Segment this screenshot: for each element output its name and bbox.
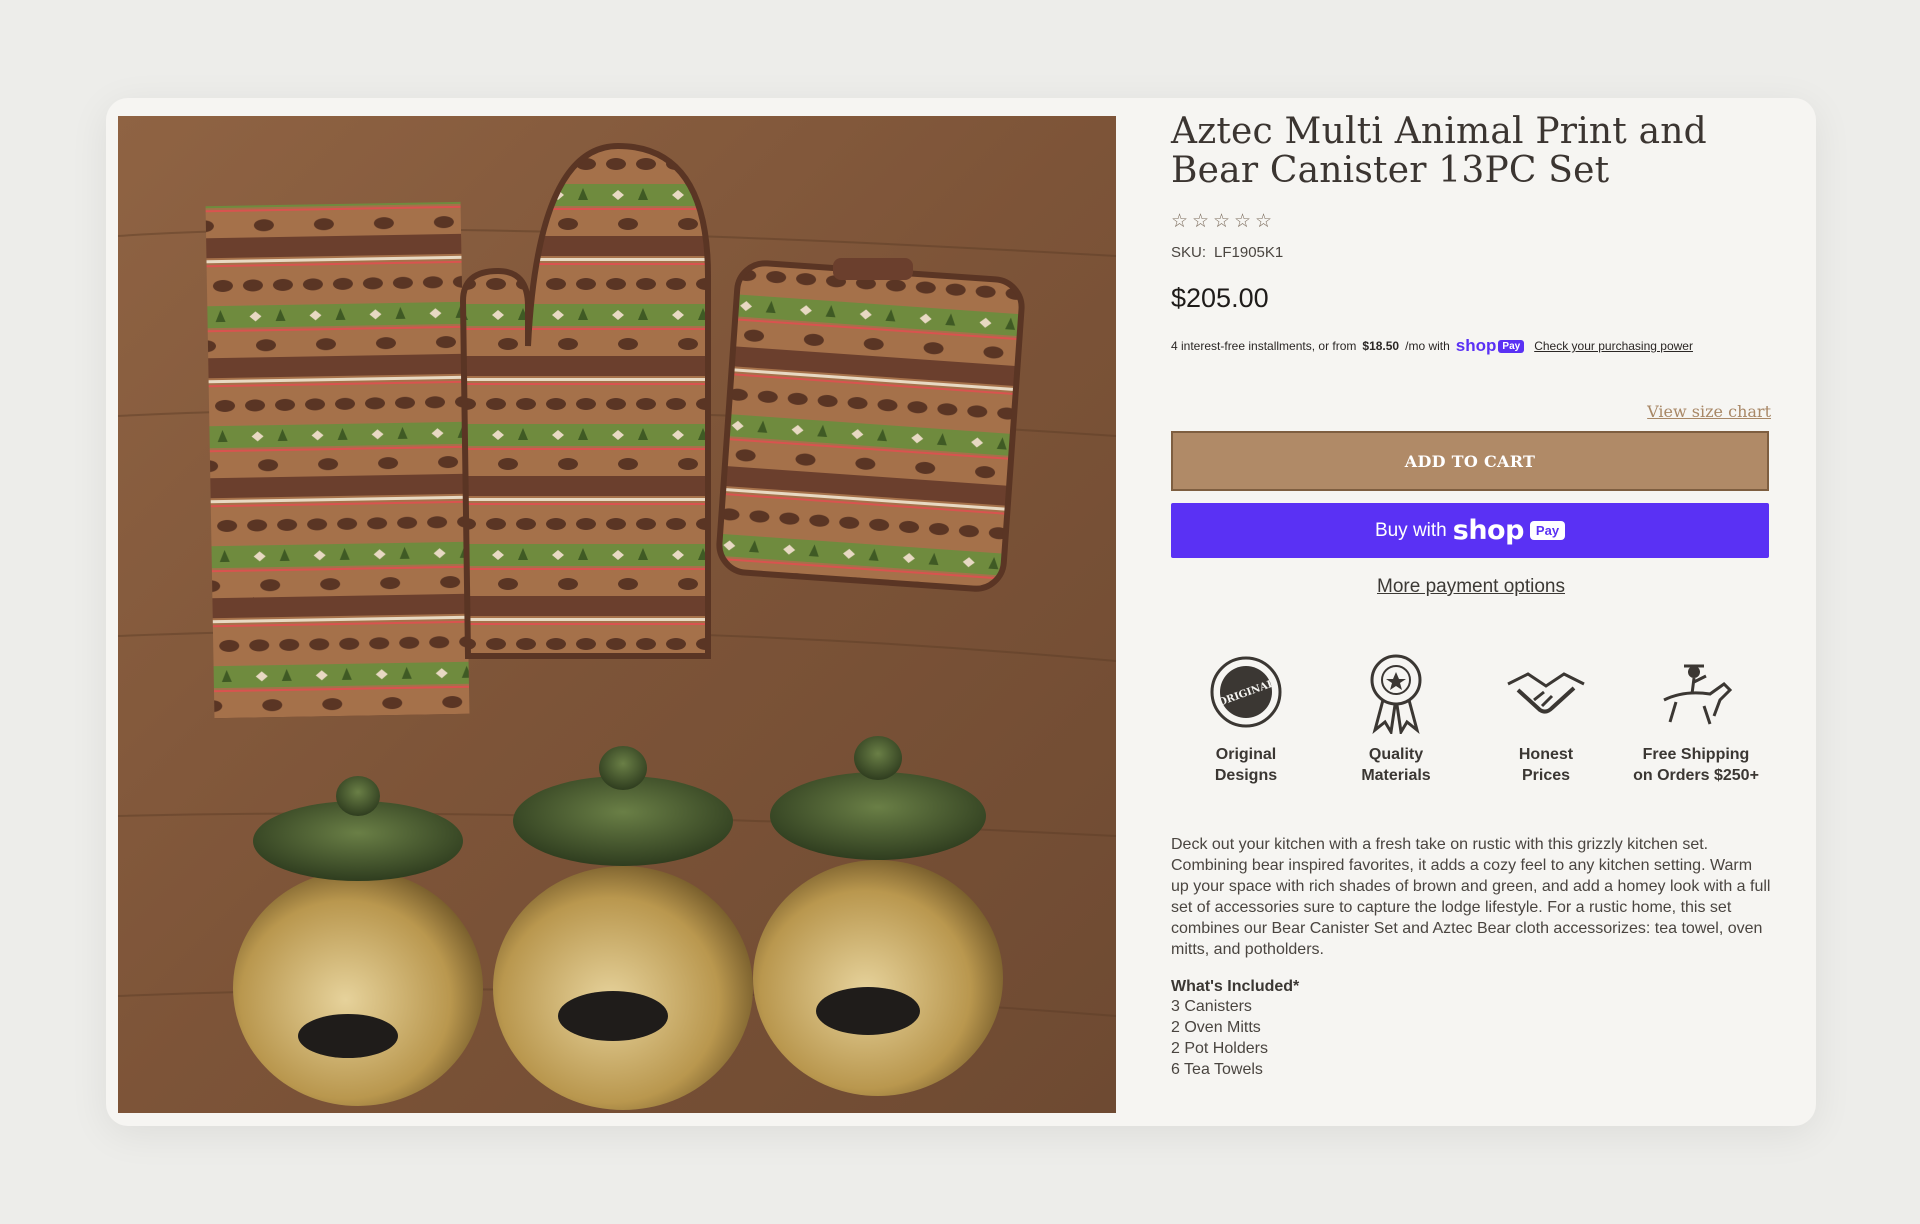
pay-chip: Pay xyxy=(1498,339,1525,353)
feature-original-designs: ORIGINAL Original Designs xyxy=(1171,648,1321,786)
award-ribbon-icon xyxy=(1321,648,1471,736)
feature-line2: Designs xyxy=(1214,767,1278,784)
product-description: Deck out your kitchen with a fresh take … xyxy=(1171,836,1771,958)
product-photo xyxy=(118,116,1116,1113)
star-empty-icon: ☆ xyxy=(1192,211,1210,232)
product-image[interactable] xyxy=(118,116,1116,1113)
more-payment-options-link[interactable]: More payment options xyxy=(1171,576,1771,598)
product-card: Aztec Multi Animal Print and Bear Canist… xyxy=(106,98,1816,1126)
shop-brand: shop xyxy=(1452,515,1525,546)
list-item: 2 Pot Holders xyxy=(1171,1040,1268,1057)
feature-line2: Materials xyxy=(1361,767,1431,784)
feature-line2: Prices xyxy=(1521,767,1571,784)
check-purchasing-power-link[interactable]: Check your purchasing power xyxy=(1534,339,1693,353)
buy-with-shop-pay-button[interactable]: Buy with shop Pay xyxy=(1171,503,1769,558)
pay-badge: Pay xyxy=(1529,521,1566,540)
list-item: 3 Canisters xyxy=(1171,998,1252,1015)
whats-included-list: 3 Canisters 2 Oven Mitts 2 Pot Holders 6… xyxy=(1171,996,1771,1080)
feature-free-shipping: Free Shipping on Orders $250+ xyxy=(1621,648,1771,786)
installments-suffix: /mo with xyxy=(1405,339,1450,353)
feature-line1: Quality xyxy=(1368,746,1424,763)
list-item: 6 Tea Towels xyxy=(1171,1061,1263,1078)
handshake-icon xyxy=(1471,648,1621,736)
installments-banner: 4 interest-free installments, or from $1… xyxy=(1171,336,1771,356)
sku-value: LF1905K1 xyxy=(1214,244,1284,261)
feature-honest-prices: Honest Prices xyxy=(1471,648,1621,786)
feature-line2: on Orders $250+ xyxy=(1633,767,1759,784)
shop-pay-logo: shop Pay xyxy=(1455,336,1525,356)
feature-badges: ORIGINAL Original Designs Quality Materi… xyxy=(1171,648,1771,786)
star-empty-icon: ☆ xyxy=(1255,211,1273,232)
feature-line1: Original xyxy=(1215,746,1277,763)
add-to-cart-button[interactable]: ADD TO CART xyxy=(1171,431,1769,491)
installments-prefix: 4 interest-free installments, or from xyxy=(1171,339,1357,353)
buy-prefix: Buy with xyxy=(1374,519,1447,541)
feature-line1: Honest xyxy=(1518,746,1574,763)
feature-line1: Free Shipping xyxy=(1642,746,1750,763)
star-empty-icon: ☆ xyxy=(1234,211,1252,232)
shop-word: shop xyxy=(1455,336,1497,355)
view-size-chart-link[interactable]: View size chart xyxy=(1171,402,1771,421)
sku-label: SKU: xyxy=(1171,244,1207,261)
original-seal-icon: ORIGINAL xyxy=(1171,648,1321,736)
installments-amount: $18.50 xyxy=(1362,339,1400,353)
product-info: Aztec Multi Animal Print and Bear Canist… xyxy=(1171,112,1771,1080)
pony-express-rider-icon xyxy=(1621,648,1771,736)
star-empty-icon: ☆ xyxy=(1171,211,1189,232)
whats-included-heading: What's Included* xyxy=(1171,978,1300,995)
sku-row: SKU: LF1905K1 xyxy=(1171,244,1771,261)
product-title: Aztec Multi Animal Print and Bear Canist… xyxy=(1171,111,1707,191)
star-empty-icon: ☆ xyxy=(1213,211,1231,232)
rating-stars[interactable]: ☆ ☆ ☆ ☆ ☆ xyxy=(1171,212,1771,232)
list-item: 2 Oven Mitts xyxy=(1171,1019,1261,1036)
feature-quality-materials: Quality Materials xyxy=(1321,648,1471,786)
product-price: $205.00 xyxy=(1171,283,1269,313)
